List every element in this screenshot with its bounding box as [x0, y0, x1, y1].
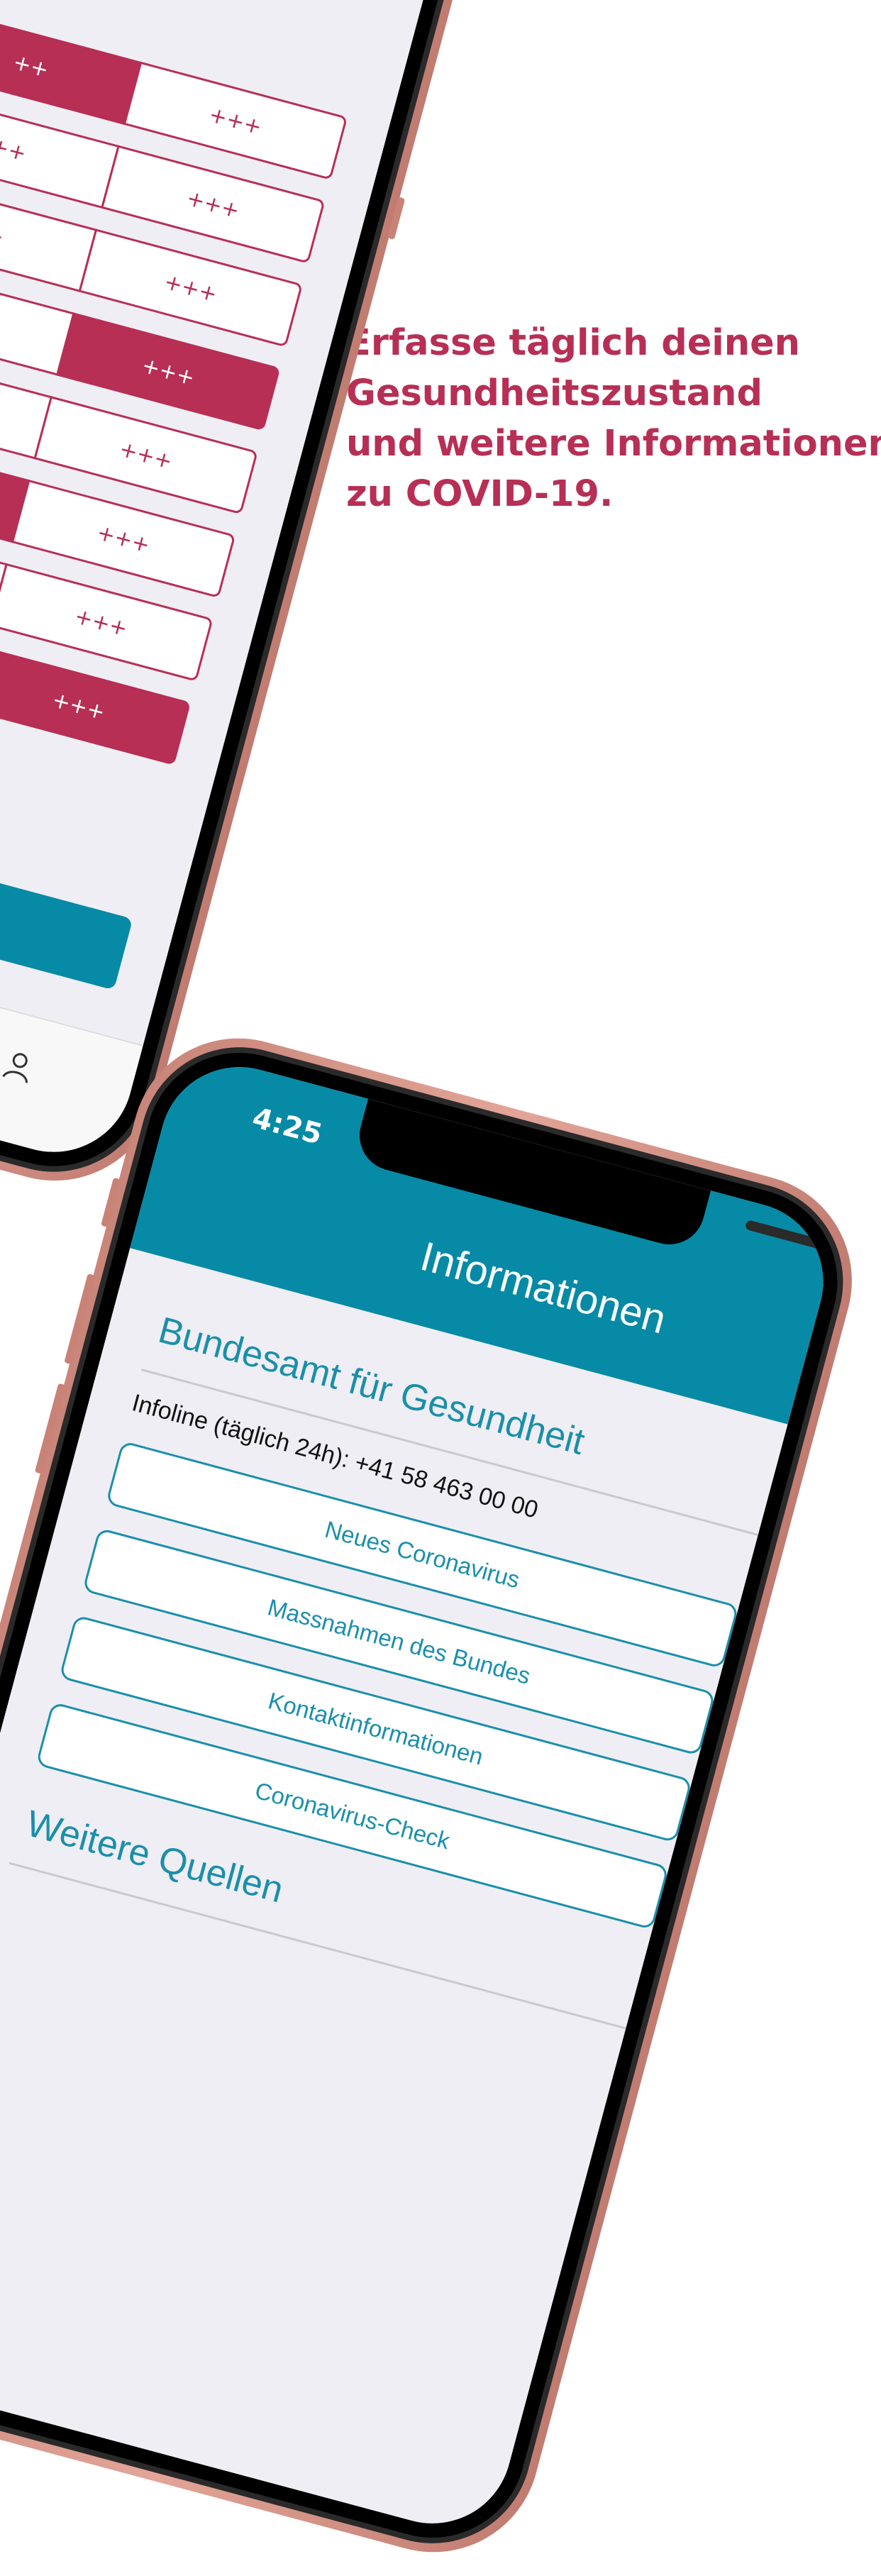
status-time: 4:25 [248, 1101, 326, 1151]
headline-line-2: Gesundheitszustand [346, 372, 763, 414]
info-phone: 4:25 Informationen Bundesamt für Gesundh… [0, 1015, 876, 2576]
page-title: Informationen [416, 1233, 671, 1343]
severity-option-medium[interactable]: ++ [0, 6, 143, 126]
headline-line-3: und weitere Informationen [346, 423, 881, 465]
headline: Erfasse täglich deinen Gesundheitszustan… [346, 318, 881, 519]
headline-line-1: Erfasse täglich deinen [346, 322, 800, 364]
save-button[interactable] [0, 790, 133, 990]
headline-line-4: zu COVID-19. [346, 473, 614, 515]
symptom-phone: +++++++++++++++++++++++++++++++++ [0, 0, 484, 1205]
speaker [744, 1219, 830, 1251]
person-icon[interactable] [0, 1047, 38, 1085]
